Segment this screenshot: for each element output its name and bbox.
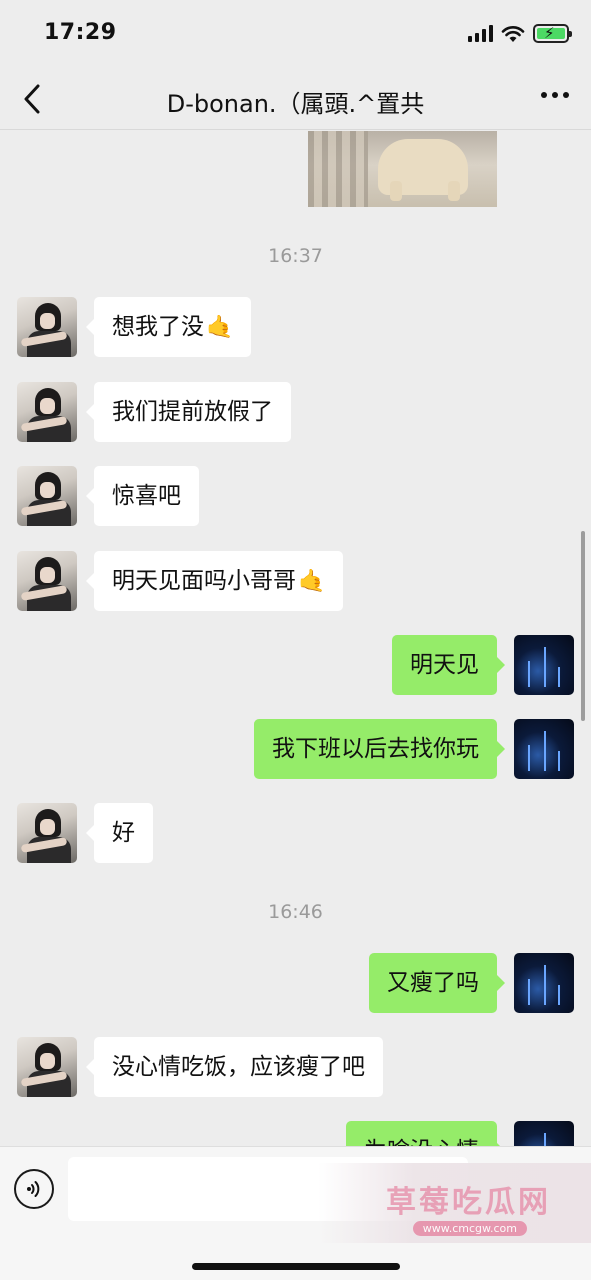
message-text: 好 xyxy=(112,820,135,846)
back-button[interactable] xyxy=(18,82,48,116)
watermark-url: www.cmcgw.com xyxy=(412,1221,527,1236)
contact-avatar[interactable] xyxy=(17,382,77,442)
image-message[interactable] xyxy=(308,131,497,207)
message-text: 明天见面吗小哥哥 xyxy=(112,568,296,594)
hand-emoji-icon: 🤙 xyxy=(206,314,234,340)
message-bubble[interactable]: 明天见面吗小哥哥🤙 xyxy=(85,551,344,611)
message-text: 我们提前放假了 xyxy=(112,399,273,425)
voice-input-button[interactable] xyxy=(14,1169,54,1209)
status-bar: 17:29 ⚡ xyxy=(0,0,591,68)
chevron-left-icon xyxy=(24,84,40,114)
status-icons: ⚡ xyxy=(468,24,572,43)
chat-header: D-bonan.（属頭.^置共 xyxy=(0,68,591,130)
message-list[interactable]: 16:37 想我了没🤙 我们提前放假了 惊喜吧 明天见面吗小哥哥🤙 明天见 我下… xyxy=(0,131,591,1146)
message-text: 我下班以后去找你玩 xyxy=(272,736,479,762)
input-bar: 草莓吃瓜网 www.cmcgw.com xyxy=(0,1146,591,1280)
message-bubble[interactable]: 为啥没心情 xyxy=(346,1121,505,1146)
contact-avatar[interactable] xyxy=(17,551,77,611)
voice-icon xyxy=(27,1181,40,1197)
message-text: 又瘦了吗 xyxy=(387,970,479,996)
contact-avatar[interactable] xyxy=(17,803,77,863)
home-indicator[interactable] xyxy=(192,1263,400,1270)
chat-title: D-bonan.（属頭.^置共 xyxy=(166,90,425,118)
message-bubble[interactable]: 没心情吃饭，应该瘦了吧 xyxy=(86,1037,383,1097)
message-text: 明天见 xyxy=(410,652,479,678)
wifi-icon xyxy=(501,25,525,42)
message-bubble[interactable]: 好 xyxy=(86,803,153,863)
message-text: 为啥没心情 xyxy=(364,1138,479,1146)
message-text: 想我了没 xyxy=(112,314,204,340)
status-time: 17:29 xyxy=(44,20,117,45)
contact-avatar[interactable] xyxy=(17,297,77,357)
self-avatar[interactable] xyxy=(514,719,574,779)
hand-emoji-icon: 🤙 xyxy=(298,568,326,594)
self-avatar[interactable] xyxy=(514,953,574,1013)
charging-bolt-icon: ⚡ xyxy=(544,24,555,42)
message-bubble[interactable]: 又瘦了吗 xyxy=(369,953,505,1013)
message-bubble[interactable]: 我下班以后去找你玩 xyxy=(254,719,505,779)
watermark-title: 草莓吃瓜网 xyxy=(386,1185,551,1220)
message-bubble[interactable]: 明天见 xyxy=(392,635,505,695)
self-avatar[interactable] xyxy=(514,635,574,695)
contact-avatar[interactable] xyxy=(17,1037,77,1097)
more-dots-icon xyxy=(541,92,547,98)
message-bubble[interactable]: 我们提前放假了 xyxy=(86,382,291,442)
message-bubble[interactable]: 惊喜吧 xyxy=(86,466,199,526)
contact-avatar[interactable] xyxy=(17,466,77,526)
scrollbar[interactable] xyxy=(581,531,585,721)
timestamp: 16:37 xyxy=(268,245,323,267)
self-avatar[interactable] xyxy=(514,1121,574,1146)
message-bubble[interactable]: 想我了没🤙 xyxy=(85,297,252,357)
message-text: 惊喜吧 xyxy=(112,483,181,509)
message-text: 没心情吃饭，应该瘦了吧 xyxy=(112,1054,365,1080)
signal-icon xyxy=(468,25,493,42)
more-options-button[interactable] xyxy=(541,92,569,98)
timestamp: 16:46 xyxy=(268,901,323,923)
battery-icon: ⚡ xyxy=(533,24,572,43)
